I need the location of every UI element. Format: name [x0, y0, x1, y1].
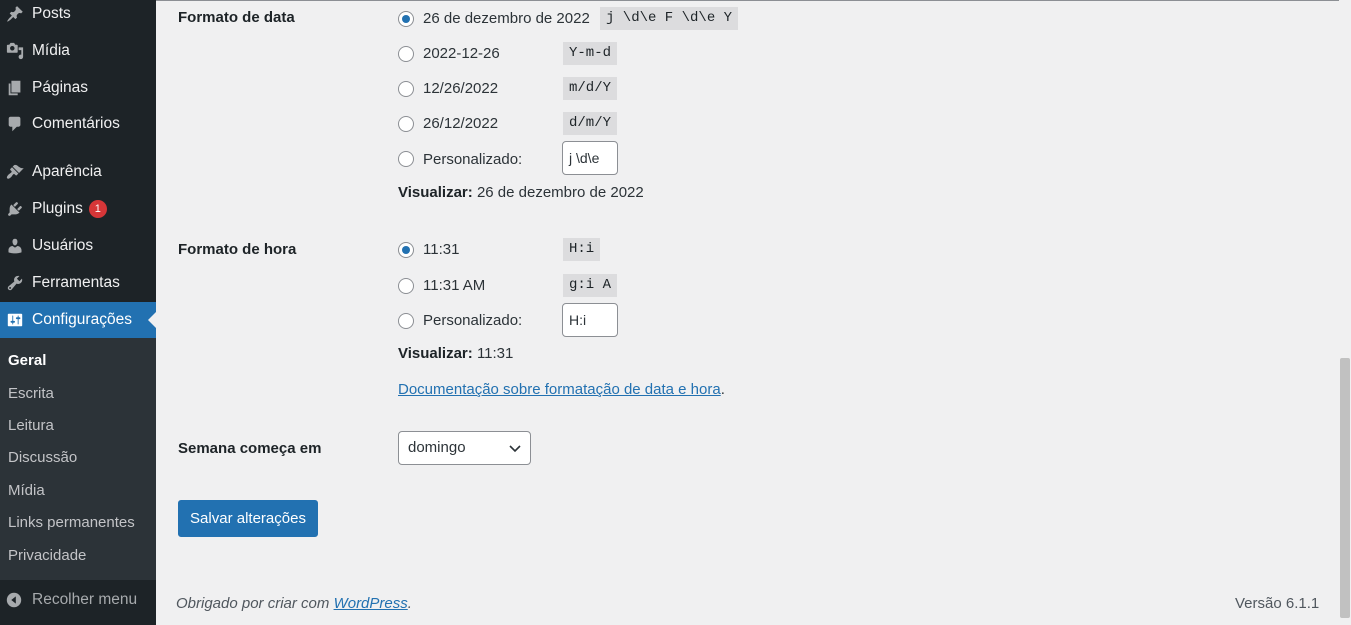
- menu-item-appearance[interactable]: Aparência: [0, 155, 156, 189]
- admin-sidebar: Posts Mídia Páginas Comentários Aparênci…: [0, 0, 156, 625]
- menu-item-settings[interactable]: Configurações: [0, 302, 156, 338]
- collapse-menu-label: Recolher menu: [32, 591, 138, 608]
- wrench-icon: [5, 273, 25, 293]
- date-format-radio-1[interactable]: [398, 11, 414, 27]
- time-format-custom-input[interactable]: H:i: [562, 303, 618, 337]
- date-format-option-3-code: m/d/Y: [563, 77, 618, 100]
- date-format-option-3-label[interactable]: 12/26/2022: [423, 80, 498, 97]
- submenu-item-discussion[interactable]: Discussão: [8, 449, 77, 466]
- settings-icon: [5, 310, 25, 330]
- media-icon: [5, 41, 25, 61]
- settings-submenu: Geral Escrita Leitura Discussão Mídia Li…: [0, 338, 156, 580]
- week-start-label: Semana começa em: [178, 440, 322, 457]
- menu-label: Plugins 1: [32, 200, 107, 218]
- date-format-radio-2[interactable]: [398, 46, 414, 62]
- update-count-badge: 1: [88, 200, 107, 218]
- date-format-option-1-label[interactable]: 26 de dezembro de 2022: [423, 10, 590, 27]
- menu-item-media[interactable]: Mídia: [0, 34, 156, 68]
- wordpress-link[interactable]: WordPress: [334, 595, 408, 612]
- preview-label: Visualizar:: [398, 345, 473, 362]
- preview-value: 11:31: [476, 345, 514, 362]
- submenu-item-reading[interactable]: Leitura: [8, 417, 54, 434]
- date-format-option-4-label[interactable]: 26/12/2022: [423, 115, 498, 132]
- menu-item-plugins[interactable]: Plugins 1: [0, 192, 156, 226]
- submenu-item-writing[interactable]: Escrita: [8, 385, 54, 402]
- time-format-label: Formato de hora: [178, 241, 297, 258]
- menu-label: Comentários: [32, 115, 120, 132]
- date-format-label: Formato de data: [178, 9, 295, 26]
- footer-thanks-text: Obrigado por criar com: [176, 595, 334, 612]
- menu-item-comments[interactable]: Comentários: [0, 107, 156, 141]
- footer-version: Versão 6.1.1: [1235, 595, 1320, 612]
- chevron-down-icon: [509, 445, 521, 453]
- save-changes-button[interactable]: Salvar alterações: [178, 500, 318, 537]
- time-format-option-1-code: H:i: [563, 238, 601, 261]
- time-format-option-2-code: g:i A: [563, 274, 618, 297]
- week-start-select[interactable]: domingo: [398, 431, 531, 465]
- footer-thanks-suffix: .: [407, 595, 412, 612]
- date-format-option-4-code: d/m/Y: [563, 112, 618, 135]
- users-icon: [5, 236, 25, 256]
- menu-label: Páginas: [32, 79, 89, 96]
- date-format-option-2-code: Y-m-d: [563, 42, 618, 65]
- time-format-radio-2[interactable]: [398, 278, 414, 294]
- date-time-doc-line: Documentação sobre formatação de data e …: [398, 381, 725, 398]
- date-format-custom-input[interactable]: j \d\e: [562, 141, 618, 175]
- week-start-selected: domingo: [408, 439, 466, 456]
- menu-label-text: Plugins: [32, 200, 83, 217]
- preview-label: Visualizar:: [398, 184, 473, 201]
- menu-item-posts[interactable]: Posts: [0, 0, 156, 31]
- menu-label: Ferramentas: [32, 274, 120, 291]
- menu-label: Posts: [32, 5, 71, 22]
- collapse-menu-button[interactable]: Recolher menu: [0, 583, 156, 617]
- pages-icon: [5, 78, 25, 98]
- date-format-radio-4[interactable]: [398, 116, 414, 132]
- collapse-arrow-icon: [6, 592, 22, 608]
- date-time-doc-link[interactable]: Documentação sobre formatação de data e …: [398, 381, 721, 398]
- date-format-radio-custom[interactable]: [398, 151, 414, 167]
- date-format-option-2-label[interactable]: 2022-12-26: [423, 45, 500, 62]
- footer-thanks: Obrigado por criar com WordPress.: [176, 595, 412, 612]
- scrollbar-thumb[interactable]: [1340, 358, 1350, 618]
- menu-item-users[interactable]: Usuários: [0, 229, 156, 263]
- menu-label: Aparência: [32, 163, 102, 180]
- date-format-custom-label[interactable]: Personalizado:: [423, 151, 522, 168]
- time-format-radio-1[interactable]: [398, 242, 414, 258]
- menu-item-tools[interactable]: Ferramentas: [0, 266, 156, 300]
- submenu-item-privacy[interactable]: Privacidade: [8, 547, 86, 564]
- submenu-item-permalinks[interactable]: Links permanentes: [8, 514, 135, 531]
- submenu-item-general[interactable]: Geral: [8, 352, 46, 369]
- time-format-preview: Visualizar: 11:31: [398, 345, 513, 362]
- date-format-radio-3[interactable]: [398, 81, 414, 97]
- plugins-icon: [5, 199, 25, 219]
- time-format-custom-label[interactable]: Personalizado:: [423, 312, 522, 329]
- preview-value: 26 de dezembro de 2022: [476, 184, 644, 201]
- menu-label: Configurações: [32, 311, 132, 328]
- submenu-item-media[interactable]: Mídia: [8, 482, 45, 499]
- time-format-option-2-label[interactable]: 11:31 AM: [423, 277, 485, 294]
- pin-icon: [5, 4, 25, 24]
- date-format-option-1-code: j \d\e F \d\e Y: [600, 7, 739, 30]
- comments-icon: [5, 114, 25, 134]
- time-format-option-1-label[interactable]: 11:31: [423, 241, 459, 258]
- paintbrush-icon: [5, 162, 25, 182]
- menu-label: Mídia: [32, 42, 70, 59]
- date-format-preview: Visualizar: 26 de dezembro de 2022: [398, 184, 644, 201]
- doc-link-suffix: .: [720, 381, 725, 398]
- menu-item-pages[interactable]: Páginas: [0, 71, 156, 105]
- form-table-divider: [156, 0, 1339, 1]
- time-format-radio-custom[interactable]: [398, 313, 414, 329]
- menu-label: Usuários: [32, 237, 94, 254]
